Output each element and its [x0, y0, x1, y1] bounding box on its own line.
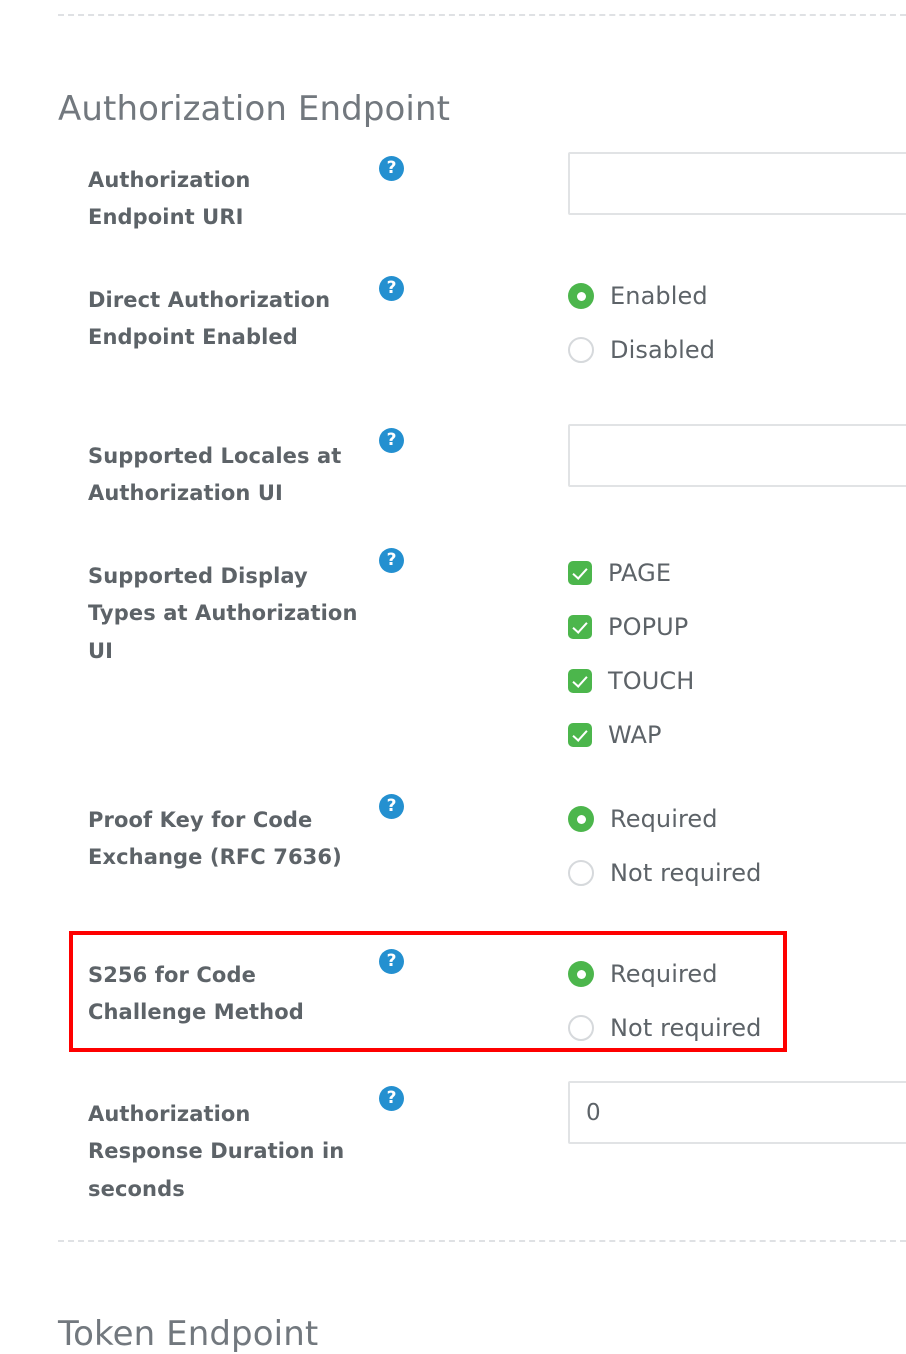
control-supported-locales [568, 424, 906, 487]
checkbox-checked-icon[interactable] [568, 561, 592, 585]
radio-option-label: Disabled [610, 336, 715, 364]
radio-option-not-required[interactable]: Not required [568, 846, 761, 900]
checkbox-checked-icon[interactable] [568, 723, 592, 747]
label-supported-locales-at-authorization-ui: Supported Locales at Authorization UI [88, 438, 358, 513]
checkbox-group-supported-display-types: PAGE POPUP TOUCH WAP [568, 546, 694, 762]
radio-selected-icon[interactable] [568, 283, 594, 309]
radio-group-proof-key: Required Not required [568, 792, 761, 900]
radio-option-label: Not required [610, 1014, 761, 1042]
section-divider-bottom [58, 1240, 906, 1242]
help-circle-icon[interactable]: ? [379, 156, 404, 181]
authorization-endpoint-uri-input[interactable] [568, 152, 906, 215]
checkbox-checked-icon[interactable] [568, 615, 592, 639]
supported-locales-input[interactable] [568, 424, 906, 487]
radio-option-disabled[interactable]: Disabled [568, 323, 715, 377]
label-authorization-response-duration: Authorization Response Duration in secon… [88, 1096, 358, 1208]
token-endpoint-title: Token Endpoint [58, 1315, 318, 1354]
radio-option-required[interactable]: Required [568, 792, 761, 846]
radio-option-label: Required [610, 805, 718, 833]
authorization-response-duration-input[interactable] [568, 1081, 906, 1144]
checkbox-option-label: PAGE [608, 559, 671, 587]
checkbox-option-label: POPUP [608, 613, 688, 641]
help-circle-icon[interactable]: ? [379, 428, 404, 453]
radio-option-enabled[interactable]: Enabled [568, 269, 715, 323]
radio-option-not-required[interactable]: Not required [568, 1001, 761, 1055]
radio-unselected-icon[interactable] [568, 337, 594, 363]
checkbox-option-label: TOUCH [608, 667, 694, 695]
control-authorization-response-duration [568, 1081, 906, 1144]
radio-selected-icon[interactable] [568, 961, 594, 987]
radio-unselected-icon[interactable] [568, 860, 594, 886]
label-authorization-endpoint-uri: Authorization Endpoint URI [88, 162, 358, 237]
radio-unselected-icon[interactable] [568, 1015, 594, 1041]
radio-group-direct-authorization: Enabled Disabled [568, 269, 715, 377]
control-authorization-endpoint-uri [568, 152, 906, 215]
checkbox-option-label: WAP [608, 721, 662, 749]
help-circle-icon[interactable]: ? [379, 794, 404, 819]
help-circle-icon[interactable]: ? [379, 548, 404, 573]
label-direct-authorization-endpoint-enabled: Direct Authorization Endpoint Enabled [88, 282, 358, 357]
radio-group-s256-code-challenge: Required Not required [568, 947, 761, 1055]
help-circle-icon[interactable]: ? [379, 1086, 404, 1111]
help-circle-icon[interactable]: ? [379, 949, 404, 974]
help-circle-icon[interactable]: ? [379, 276, 404, 301]
label-proof-key-for-code-exchange: Proof Key for Code Exchange (RFC 7636) [88, 802, 358, 877]
radio-selected-icon[interactable] [568, 806, 594, 832]
label-supported-display-types-at-authorization-ui: Supported Display Types at Authorization… [88, 558, 358, 670]
settings-page: Authorization Endpoint Authorization End… [0, 0, 906, 1314]
radio-option-required[interactable]: Required [568, 947, 761, 1001]
checkbox-option-wap[interactable]: WAP [568, 708, 694, 762]
checkbox-option-page[interactable]: PAGE [568, 546, 694, 600]
label-s256-for-code-challenge-method: S256 for Code Challenge Method [88, 957, 358, 1032]
page-title: Authorization Endpoint [58, 90, 450, 129]
radio-option-label: Enabled [610, 282, 708, 310]
checkbox-checked-icon[interactable] [568, 669, 592, 693]
section-divider-top [58, 14, 906, 16]
checkbox-option-popup[interactable]: POPUP [568, 600, 694, 654]
checkbox-option-touch[interactable]: TOUCH [568, 654, 694, 708]
radio-option-label: Required [610, 960, 718, 988]
radio-option-label: Not required [610, 859, 761, 887]
